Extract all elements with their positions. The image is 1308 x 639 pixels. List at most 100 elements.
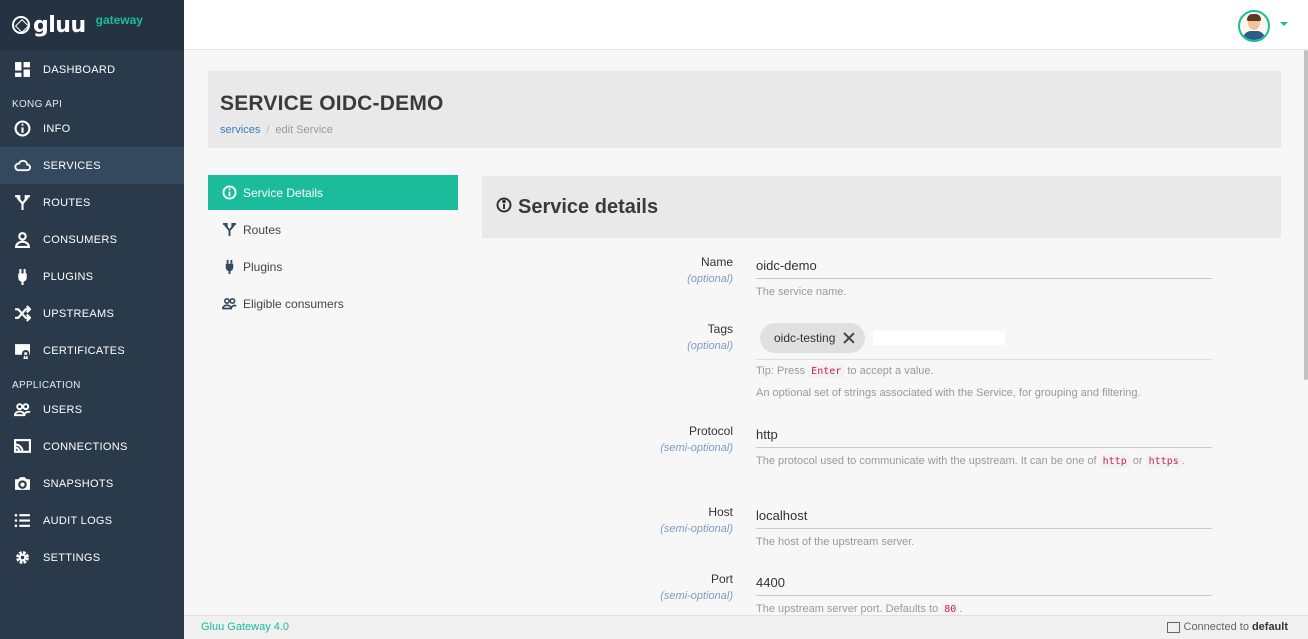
- tags-tip-text: to accept a value.: [847, 365, 934, 377]
- sidebar-item-label: DASHBOARD: [43, 63, 116, 76]
- connection-status: Connected to default: [1166, 621, 1288, 633]
- info-icon: [221, 185, 237, 201]
- name-input[interactable]: oidc-demo: [756, 255, 1212, 279]
- host-qualifier: (semi-optional): [660, 523, 733, 535]
- users-icon: [221, 296, 237, 312]
- tags-help: An optional set of strings associated wi…: [756, 387, 1141, 399]
- tag-text-input[interactable]: [873, 330, 1006, 345]
- sidebar-item-label: SETTINGS: [43, 551, 101, 564]
- tags-tip: Tip: Press Enter to accept a value.: [756, 364, 1212, 379]
- panel-title: Service details: [518, 195, 659, 218]
- footer: Gluu Gateway 4.0 Connected to default: [184, 615, 1308, 639]
- certificate-icon: [13, 342, 31, 360]
- sidebar-item-label: SNAPSHOTS: [43, 477, 114, 490]
- service-submenu: Service Details Routes Plugins Eligible …: [208, 175, 458, 323]
- sidebar-item-label: UPSTREAMS: [43, 307, 115, 320]
- sidebar-item-snapshots[interactable]: SNAPSHOTS: [0, 465, 184, 502]
- tags-input[interactable]: oidc-testing: [756, 316, 1212, 360]
- tab-plugins[interactable]: Plugins: [208, 249, 458, 284]
- sidebar-item-label: SERVICES: [43, 159, 101, 172]
- sidebar-item-audit-logs[interactable]: AUDIT LOGS: [0, 502, 184, 539]
- sidebar-item-upstreams[interactable]: UPSTREAMS: [0, 295, 184, 332]
- port-help-text: .: [959, 603, 963, 615]
- breadcrumb: services / edit Service: [220, 124, 333, 136]
- name-qualifier: (optional): [687, 273, 733, 285]
- protocol-help-text: .: [1181, 455, 1185, 467]
- tags-qualifier: (optional): [687, 340, 733, 352]
- port-qualifier: (semi-optional): [660, 590, 733, 602]
- sidebar-item-certificates[interactable]: CERTIFICATES: [0, 332, 184, 369]
- page-title: SERVICE OIDC-DEMO: [220, 92, 444, 115]
- port-help-text: The upstream server port. Defaults to: [756, 603, 939, 615]
- sidebar-section-application: APPLICATION: [12, 380, 81, 391]
- protocol-help-text: The protocol used to communicate with th…: [756, 455, 1097, 467]
- breadcrumb-separator: /: [266, 124, 270, 136]
- breadcrumb-services-link[interactable]: services: [220, 124, 260, 136]
- top-bar: [184, 0, 1308, 50]
- tags-label: Tags: [707, 322, 733, 336]
- routes-icon: [13, 194, 31, 212]
- camera-icon: [13, 475, 31, 493]
- name-help: The service name.: [756, 286, 847, 298]
- sidebar-item-routes[interactable]: ROUTES: [0, 184, 184, 221]
- tags-tip-code: Enter: [808, 365, 845, 378]
- protocol-input[interactable]: http: [756, 424, 1212, 448]
- brand-sub: gateway: [95, 13, 143, 27]
- tab-service-details[interactable]: Service Details: [208, 175, 458, 210]
- protocol-help-code: http: [1099, 455, 1130, 468]
- protocol-help-code: https: [1145, 455, 1182, 468]
- plug-icon: [221, 259, 237, 275]
- panel-header: Service details: [482, 176, 1281, 238]
- chevron-down-icon[interactable]: [1280, 22, 1288, 26]
- port-input[interactable]: 4400: [756, 572, 1212, 596]
- footer-version: Gluu Gateway 4.0: [201, 621, 290, 633]
- tab-routes[interactable]: Routes: [208, 212, 458, 247]
- sidebar-item-dashboard[interactable]: DASHBOARD: [0, 51, 184, 88]
- list-icon: [13, 512, 31, 530]
- sidebar-item-users[interactable]: USERS: [0, 391, 184, 428]
- shuffle-icon: [13, 305, 31, 323]
- sidebar-item-settings[interactable]: SETTINGS: [0, 539, 184, 576]
- host-help: The host of the upstream server.: [756, 536, 915, 548]
- sidebar-item-services[interactable]: SERVICES: [0, 147, 184, 184]
- cast-icon: [13, 438, 31, 456]
- users-icon: [13, 401, 31, 419]
- gluu-logo-icon: [12, 16, 30, 34]
- tag-chip: oidc-testing: [760, 322, 866, 353]
- protocol-help-text: or: [1132, 455, 1143, 467]
- tab-label: Routes: [243, 222, 282, 237]
- user-avatar[interactable]: [1238, 10, 1270, 42]
- plug-icon: [13, 268, 31, 286]
- tags-tip-text: Tip: Press: [756, 365, 806, 377]
- sidebar: gluu gateway DASHBOARD KONG API INFO SER…: [0, 0, 184, 639]
- breadcrumb-current: edit Service: [275, 124, 333, 136]
- page-scrollbar[interactable]: [1304, 50, 1308, 380]
- cast-icon: [1166, 621, 1180, 633]
- protocol-label: Protocol: [688, 424, 733, 438]
- routes-icon: [221, 222, 237, 238]
- protocol-help: The protocol used to communicate with th…: [756, 454, 1212, 469]
- sidebar-item-consumers[interactable]: CONSUMERS: [0, 221, 184, 258]
- gear-icon: [13, 549, 31, 567]
- host-input[interactable]: localhost: [756, 505, 1212, 529]
- tab-label: Service Details: [243, 185, 324, 200]
- sidebar-item-label: AUDIT LOGS: [43, 514, 113, 527]
- sidebar-item-info[interactable]: INFO: [0, 110, 184, 147]
- page-header: SERVICE OIDC-DEMO services / edit Service: [208, 71, 1281, 148]
- connection-target[interactable]: default: [1252, 621, 1288, 633]
- sidebar-item-label: CERTIFICATES: [43, 344, 126, 357]
- sidebar-item-label: INFO: [43, 122, 71, 135]
- logo[interactable]: gluu gateway: [0, 0, 184, 50]
- info-icon: [13, 120, 31, 138]
- sidebar-item-plugins[interactable]: PLUGINS: [0, 258, 184, 295]
- user-icon: [13, 231, 31, 249]
- sidebar-item-label: CONSUMERS: [43, 233, 118, 246]
- name-label: Name: [700, 255, 733, 269]
- close-icon[interactable]: [841, 330, 857, 346]
- connection-label: Connected to: [1183, 621, 1249, 633]
- tab-eligible-consumers[interactable]: Eligible consumers: [208, 286, 458, 321]
- dashboard-icon: [13, 61, 31, 79]
- sidebar-item-label: PLUGINS: [43, 270, 94, 283]
- sidebar-item-connections[interactable]: CONNECTIONS: [0, 428, 184, 465]
- tag-chip-label: oidc-testing: [774, 330, 836, 345]
